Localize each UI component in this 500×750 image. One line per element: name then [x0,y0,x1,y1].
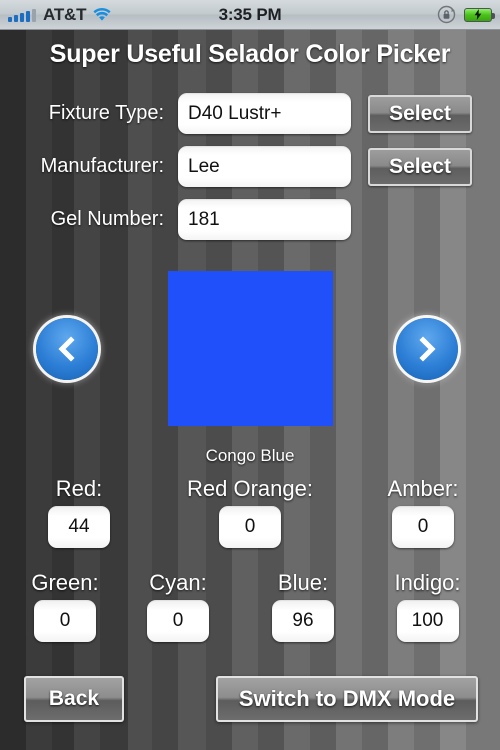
channel-row-2: Green: 0 Cyan: 0 Blue: 96 Indigo: 100 [0,570,500,664]
channel-cyan: Cyan: 0 [123,570,233,642]
channel-amber-value[interactable]: 0 [392,506,454,548]
channel-indigo-label: Indigo: [394,570,461,595]
wifi-icon [93,7,111,22]
color-swatch [168,271,333,426]
chevron-right-icon [412,334,442,364]
fixture-type-input[interactable]: D40 Lustr+ [178,93,351,134]
status-bar-left: AT&T [8,5,219,25]
channel-cyan-label: Cyan: [149,570,207,595]
channel-green-label: Green: [31,570,99,595]
carrier-label: AT&T [43,4,87,24]
manufacturer-select-button[interactable]: Select [368,147,472,186]
channel-blue: Blue: 96 [248,570,358,642]
channel-red-orange-label: Red Orange: [187,476,313,501]
fixture-form: Fixture Type: D40 Lustr+ Select Manufact… [0,92,500,251]
channel-row-1: Red: 44 Red Orange: 0 Amber: 0 [0,476,500,570]
manufacturer-label: Manufacturer: [40,155,164,177]
clock-label: 3:35 PM [218,4,282,24]
gel-number-button-spacer [368,201,472,239]
channel-amber: Amber: 0 [368,476,478,548]
status-bar-right [281,5,496,24]
app-root: AT&T 3:35 PM Super Useful Selador Color … [0,0,500,750]
channel-values: Red: 44 Red Orange: 0 Amber: 0 Green: 0 … [0,476,500,664]
channel-red-label: Red: [55,476,103,501]
gel-number-input[interactable]: 181 [178,199,351,240]
status-bar-center: 3:35 PM [219,5,282,25]
footer-bar: Back Switch to DMX Mode [0,676,500,728]
previous-color-button[interactable] [36,318,98,380]
color-preview-area: Congo Blue [0,268,500,468]
gel-number-label: Gel Number: [50,208,164,230]
fixture-type-select-button[interactable]: Select [368,94,472,133]
channel-red-value[interactable]: 44 [48,506,110,548]
form-row-gel-number: Gel Number: 181 [0,198,500,241]
channel-green: Green: 0 [10,570,120,642]
channel-cyan-value[interactable]: 0 [147,600,209,642]
status-bar: AT&T 3:35 PM [0,0,500,30]
channel-blue-value[interactable]: 96 [272,600,334,642]
page-title: Super Useful Selador Color Picker [49,40,451,68]
channel-indigo: Indigo: 100 [370,570,485,642]
form-row-fixture-type: Fixture Type: D40 Lustr+ Select [0,92,500,135]
rotation-lock-icon [437,5,456,24]
chevron-left-icon [52,334,82,364]
back-button[interactable]: Back [24,676,124,722]
form-row-manufacturer: Manufacturer: Lee Select [0,145,500,188]
channel-blue-label: Blue: [277,570,329,595]
switch-to-dmx-mode-button[interactable]: Switch to DMX Mode [216,676,478,722]
battery-charging-icon [464,7,496,22]
channel-red-orange: Red Orange: 0 [165,476,335,548]
fixture-type-label: Fixture Type: [48,102,164,124]
manufacturer-input[interactable]: Lee [178,146,351,187]
channel-indigo-value[interactable]: 100 [396,600,459,642]
signal-bars-icon [8,8,36,22]
channel-red-orange-value[interactable]: 0 [219,506,281,548]
next-color-button[interactable] [396,318,458,380]
color-name-label: Congo Blue [205,446,295,465]
channel-amber-label: Amber: [387,476,459,501]
channel-red: Red: 44 [24,476,134,548]
channel-green-value[interactable]: 0 [34,600,96,642]
